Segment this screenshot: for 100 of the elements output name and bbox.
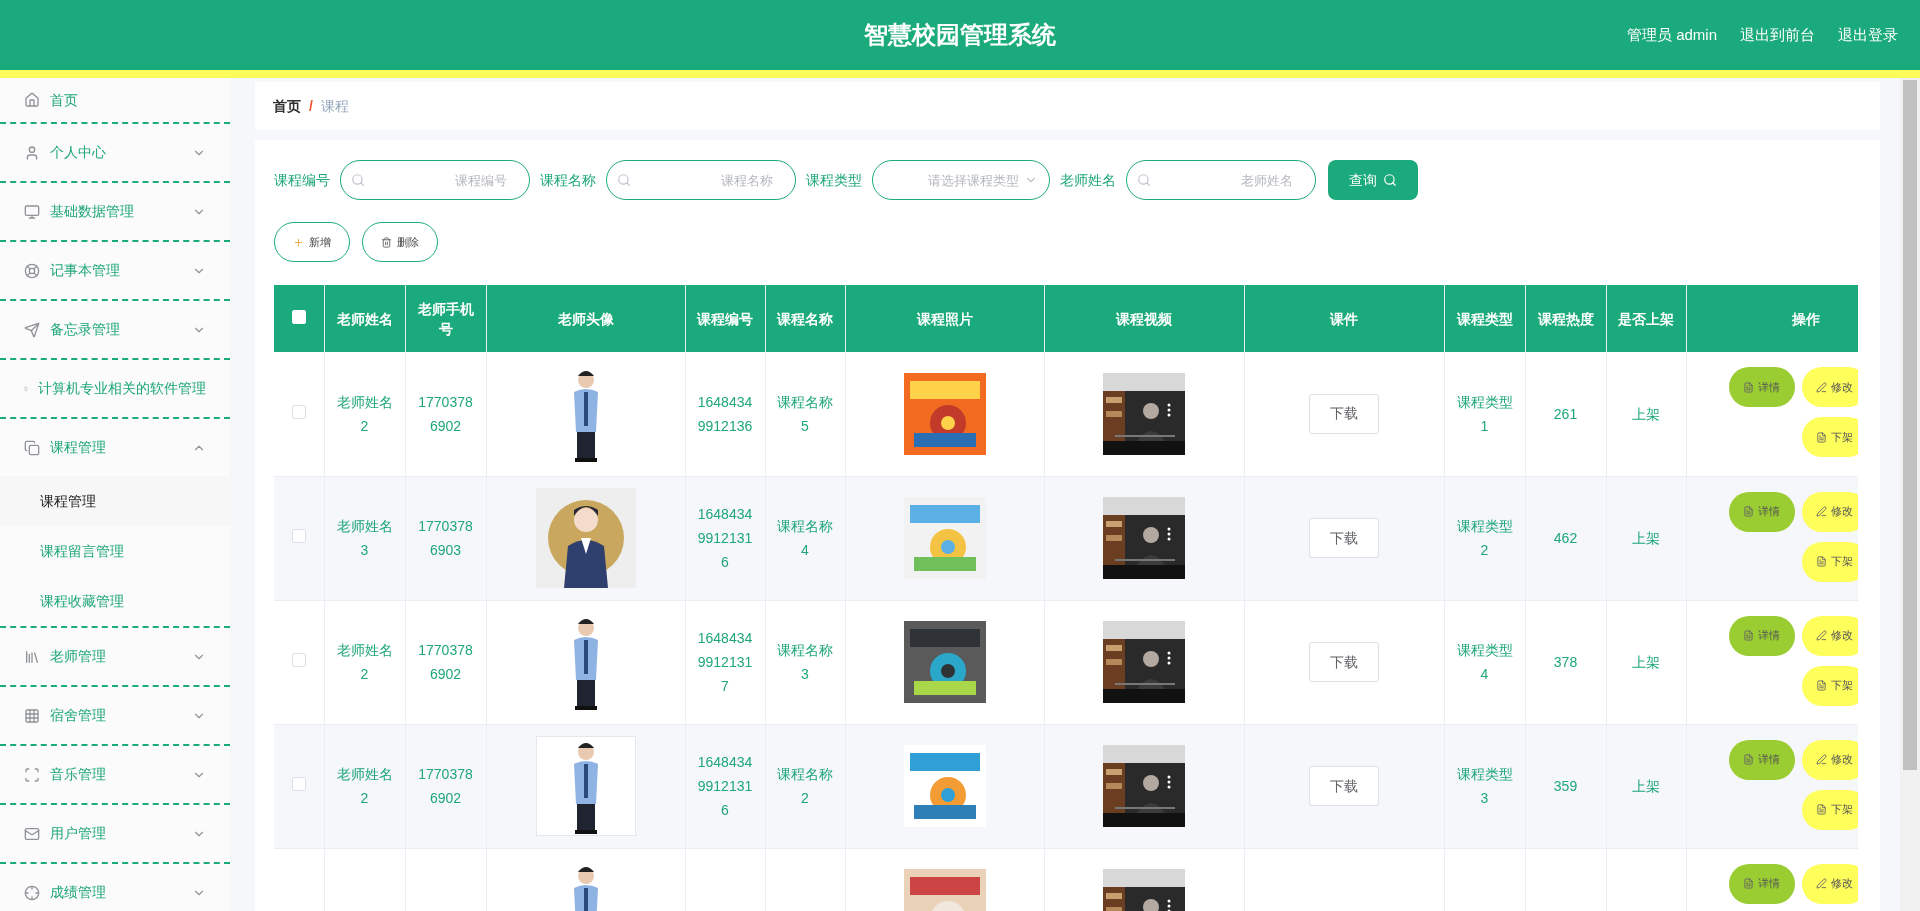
- breadcrumb-current: 课程: [320, 96, 349, 116]
- query-button[interactable]: 查询: [1328, 160, 1418, 200]
- document-icon: [1743, 754, 1754, 765]
- user-icon: [24, 144, 40, 161]
- menu-item[interactable]: 课程管理: [0, 419, 230, 476]
- document-icon: [1816, 431, 1827, 443]
- crosshair-icon: [24, 884, 40, 901]
- table-cell: 164843499121317: [697, 630, 753, 694]
- table-cell: 17703786902: [418, 642, 473, 682]
- edit-button[interactable]: 修改: [1801, 367, 1858, 407]
- mail-icon: [24, 825, 40, 842]
- checkbox[interactable]: [291, 529, 306, 543]
- document-icon: [1743, 630, 1754, 641]
- filter-label: 老师姓名: [1060, 170, 1116, 190]
- table-cell: 164843499121316: [697, 754, 753, 818]
- trash-icon: [381, 236, 392, 248]
- plus-icon: [293, 236, 304, 248]
- checkbox[interactable]: [291, 777, 306, 791]
- download-button[interactable]: 下载: [1309, 642, 1379, 682]
- pen-icon: [1816, 381, 1827, 393]
- submenu-item[interactable]: 课程留言管理: [0, 526, 230, 576]
- table-cell: 164843499121316: [697, 506, 753, 570]
- menu-item[interactable]: 计算机专业相关的软件管理: [0, 360, 230, 417]
- app-title: 智慧校园管理系统: [864, 20, 1056, 50]
- table-cell: 课程类型3: [1456, 766, 1513, 806]
- menu-item[interactable]: 个人中心: [0, 124, 230, 181]
- search-field[interactable]: 课程名称: [606, 160, 796, 200]
- detail-button[interactable]: 详情: [1728, 615, 1795, 656]
- lifebuoy-icon: [24, 262, 40, 279]
- table-cell: 上架: [1632, 654, 1660, 670]
- table-cell: 17703786903: [418, 518, 473, 558]
- menu-item[interactable]: 基础数据管理: [0, 183, 230, 240]
- edit-button[interactable]: 修改: [1801, 863, 1858, 904]
- books-icon: [24, 648, 40, 665]
- table-cell: 359: [1553, 778, 1578, 794]
- scan-icon: [24, 766, 40, 783]
- detail-button[interactable]: 详情: [1728, 739, 1795, 780]
- unpublish-button[interactable]: 下架: [1801, 417, 1858, 457]
- table-cell: 上架: [1632, 778, 1660, 794]
- menu-item[interactable]: 音乐管理: [0, 746, 230, 803]
- document-icon: [1816, 680, 1827, 691]
- submenu-item[interactable]: 课程收藏管理: [0, 576, 230, 626]
- filter-label: 课程名称: [540, 170, 596, 190]
- header-link[interactable]: 退出登录: [1838, 23, 1898, 47]
- table-cell: 课程类型4: [1456, 642, 1513, 682]
- unpublish-button[interactable]: 下架: [1801, 541, 1858, 582]
- document-icon: [1743, 506, 1754, 517]
- scrollbar-thumb[interactable]: [1903, 80, 1917, 770]
- menu-item[interactable]: 记事本管理: [0, 242, 230, 299]
- home-icon: [24, 92, 40, 108]
- download-button[interactable]: 下载: [1309, 518, 1379, 558]
- pen-icon: [1816, 630, 1827, 641]
- select-field[interactable]: 请选择课程类型: [872, 160, 1050, 200]
- table-cell: 老师姓名2: [336, 642, 393, 682]
- table-cell: 16484349912136: [697, 393, 753, 434]
- search-icon: [1137, 173, 1151, 187]
- table-cell: 上架: [1632, 405, 1660, 422]
- download-button[interactable]: 下载: [1309, 766, 1379, 806]
- checkbox[interactable]: [291, 653, 306, 667]
- table-cell: 老师姓名3: [336, 518, 393, 558]
- menu-item[interactable]: 备忘录管理: [0, 301, 230, 358]
- table-cell: 课程名称4: [777, 518, 833, 558]
- edit-button[interactable]: 修改: [1801, 615, 1858, 656]
- detail-button[interactable]: 详情: [1728, 367, 1795, 407]
- edit-button[interactable]: 修改: [1801, 491, 1858, 532]
- detail-button[interactable]: 详情: [1728, 491, 1795, 532]
- table-cell: 17703786902: [418, 766, 473, 806]
- detail-button[interactable]: 详情: [1728, 863, 1795, 904]
- document-icon: [1743, 878, 1754, 889]
- document-icon: [1816, 804, 1827, 815]
- filter-label: 课程类型: [806, 170, 862, 190]
- table-cell: 老师姓名2: [336, 393, 393, 434]
- unpublish-button[interactable]: 下架: [1801, 665, 1858, 706]
- search-icon: [617, 173, 631, 187]
- menu-item[interactable]: 首页: [0, 78, 230, 122]
- unpublish-button[interactable]: 下架: [1801, 789, 1858, 830]
- table-cell: 17703786902: [418, 393, 473, 434]
- search-field[interactable]: 老师姓名: [1126, 160, 1316, 200]
- menu-item[interactable]: 成绩管理: [0, 864, 230, 911]
- table-cell: 261: [1553, 405, 1578, 422]
- breadcrumb-link[interactable]: 首页: [273, 95, 301, 117]
- search-field[interactable]: 课程编号: [340, 160, 530, 200]
- download-button[interactable]: 下载: [1309, 393, 1379, 434]
- checkbox[interactable]: [291, 404, 306, 419]
- table-cell: 课程类型1: [1456, 393, 1513, 434]
- document-icon: [1816, 556, 1827, 567]
- submenu-item[interactable]: 课程管理: [0, 476, 230, 526]
- table-cell: 课程名称2: [777, 766, 833, 806]
- menu-item[interactable]: 宿舍管理: [0, 687, 230, 744]
- edit-button[interactable]: 修改: [1801, 739, 1858, 780]
- menu-item[interactable]: 老师管理: [0, 628, 230, 685]
- table-cell: 378: [1553, 654, 1578, 670]
- pen-icon: [1816, 754, 1827, 765]
- table-cell: 462: [1553, 530, 1578, 546]
- menu-item[interactable]: 用户管理: [0, 805, 230, 862]
- breadcrumb-separator: /: [309, 96, 313, 116]
- paper-plane-icon: [24, 321, 40, 338]
- header-link[interactable]: 管理员 admin: [1626, 23, 1717, 47]
- header-link[interactable]: 退出到前台: [1740, 23, 1815, 47]
- table-cell: 课程名称5: [777, 393, 833, 434]
